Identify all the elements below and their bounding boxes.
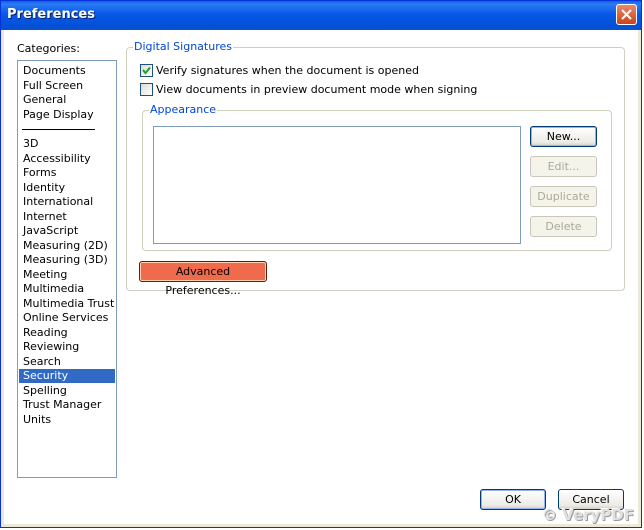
category-item-3d[interactable]: 3D (19, 137, 115, 151)
category-item-security[interactable]: Security (19, 369, 115, 383)
appearance-list[interactable] (153, 126, 521, 244)
category-item-page-display[interactable]: Page Display (19, 108, 115, 122)
ok-button[interactable]: OK (480, 489, 546, 510)
category-separator (22, 129, 95, 130)
category-item-reviewing[interactable]: Reviewing (19, 340, 115, 354)
check-mark-icon (142, 66, 151, 75)
category-item-full-screen[interactable]: Full Screen (19, 79, 115, 93)
categories-list[interactable]: Documents Full Screen General Page Display 3… (17, 60, 117, 478)
edit-button[interactable]: Edit... (530, 156, 597, 177)
category-item-meeting[interactable]: Meeting (19, 268, 115, 282)
digital-signatures-group: Digital Signatures Verify signatures whe… (126, 40, 625, 297)
category-item-multimedia-trust[interactable]: Multimedia Trust (19, 297, 115, 311)
view-preview-label: View documents in preview document mode … (156, 83, 478, 96)
appearance-group: Appearance New... Edit... Duplicate Dele… (142, 103, 612, 251)
title-bar[interactable]: Preferences (1, 1, 641, 30)
category-item-identity[interactable]: Identity (19, 181, 115, 195)
category-item-measuring-2d[interactable]: Measuring (2D) (19, 239, 115, 253)
category-item-reading[interactable]: Reading (19, 326, 115, 340)
category-item-multimedia[interactable]: Multimedia (19, 282, 115, 296)
category-item-search[interactable]: Search (19, 355, 115, 369)
category-item-international[interactable]: International (19, 195, 115, 209)
duplicate-button[interactable]: Duplicate (530, 186, 597, 207)
verify-signatures-label: Verify signatures when the document is o… (156, 64, 419, 77)
close-button[interactable] (616, 4, 637, 25)
category-item-forms[interactable]: Forms (19, 166, 115, 180)
view-preview-checkbox[interactable] (140, 83, 153, 96)
preferences-dialog: Preferences Categories: Documents Full Sc… (0, 0, 642, 528)
category-item-online-services[interactable]: Online Services (19, 311, 115, 325)
category-item-documents[interactable]: Documents (19, 64, 115, 78)
delete-button[interactable]: Delete (530, 216, 597, 237)
category-item-accessibility[interactable]: Accessibility (19, 152, 115, 166)
category-item-trust-manager[interactable]: Trust Manager (19, 398, 115, 412)
category-item-units[interactable]: Units (19, 413, 115, 427)
verify-signatures-checkbox[interactable] (140, 64, 153, 77)
categories-label: Categories: (17, 42, 80, 55)
advanced-preferences-button[interactable]: Advanced Preferences... (139, 261, 267, 297)
category-item-javascript[interactable]: JavaScript (19, 224, 115, 238)
new-button[interactable]: New... (530, 126, 597, 147)
category-item-measuring-3d[interactable]: Measuring (3D) (19, 253, 115, 267)
category-item-internet[interactable]: Internet (19, 210, 115, 224)
appearance-legend: Appearance (149, 103, 218, 116)
watermark: © VeryPDF (541, 506, 634, 524)
digital-signatures-legend: Digital Signatures (133, 40, 233, 53)
category-item-spelling[interactable]: Spelling (19, 384, 115, 398)
close-icon (621, 9, 632, 20)
dialog-body: Categories: Documents Full Screen General P… (4, 30, 638, 524)
category-item-general[interactable]: General (19, 93, 115, 107)
window-title: Preferences (7, 7, 95, 22)
